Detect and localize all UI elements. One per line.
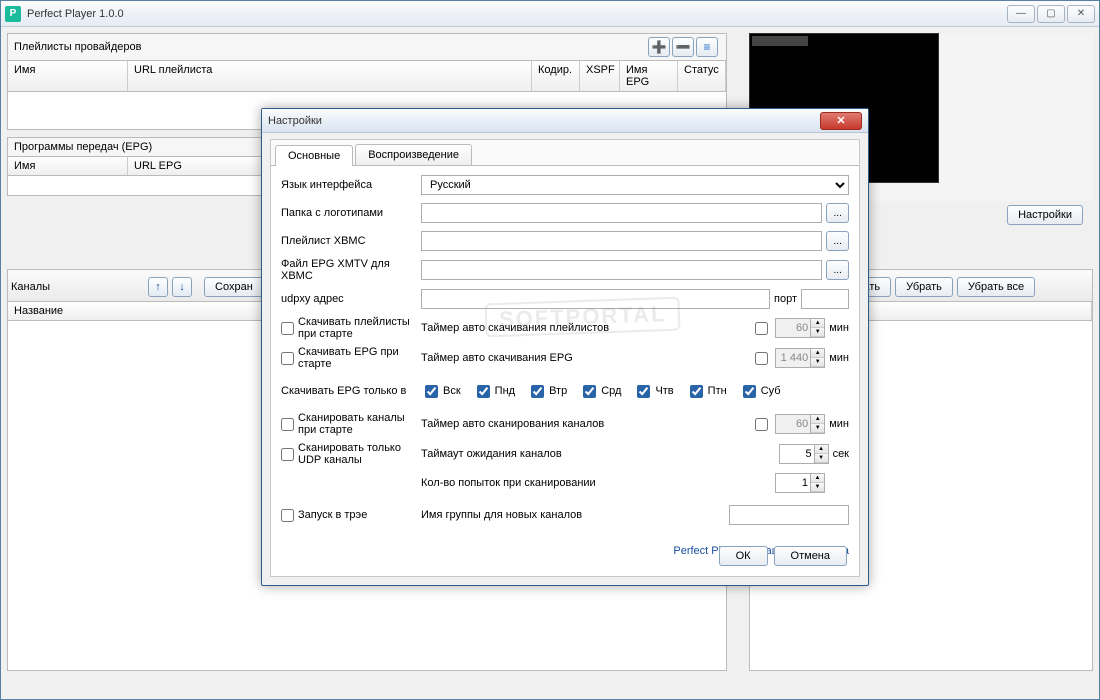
providers-grid-head: Имя URL плейлиста Кодир. XSPF Имя EPG Ст…	[7, 60, 727, 92]
dl-playlists-label: Скачивать плейлисты при старте	[298, 316, 421, 340]
channel-up-button[interactable]: ↑	[148, 277, 168, 297]
xbmc-epg-browse[interactable]: ...	[826, 260, 849, 280]
add-playlist-button[interactable]: ➕	[648, 37, 670, 57]
unit-sec: сек	[833, 448, 849, 460]
dl-epg-only-label: Скачивать EPG только в	[281, 385, 421, 397]
logo-remove-button[interactable]: Убрать	[895, 277, 953, 297]
day-sat-check[interactable]	[743, 385, 756, 398]
timer-playlists-label: Таймер авто скачивания плейлистов	[421, 322, 747, 334]
col-status[interactable]: Статус	[678, 61, 726, 91]
dl-epg-label: Скачивать EPG при старте	[298, 346, 421, 370]
col-enc[interactable]: Кодир.	[532, 61, 580, 91]
col-epgname[interactable]: Имя EPG	[620, 61, 678, 91]
video-overlay	[752, 36, 808, 46]
timer-playlists-spin[interactable]: ▲▼	[775, 318, 825, 338]
ok-button[interactable]: ОК	[719, 546, 768, 566]
retries-spin[interactable]: ▲▼	[775, 473, 825, 493]
playlist-menu-button[interactable]: ≡	[696, 37, 718, 57]
xbmc-epg-input[interactable]	[421, 260, 822, 280]
xbmc-playlist-label: Плейлист XBMC	[281, 235, 421, 247]
unit-min-2: мин	[829, 352, 849, 364]
app-icon: P	[5, 6, 21, 22]
scan-udp-label: Сканировать только UDP каналы	[298, 442, 421, 466]
udpxy-port-input[interactable]	[801, 289, 849, 309]
logo-remove-all-button[interactable]: Убрать все	[957, 277, 1035, 297]
unit-min-3: мин	[829, 418, 849, 430]
tab-playback[interactable]: Воспроизведение	[355, 144, 472, 165]
lang-label: Язык интерфейса	[281, 179, 421, 191]
udpxy-addr-input[interactable]	[421, 289, 770, 309]
lang-select[interactable]: Русский	[421, 175, 849, 195]
unit-min-1: мин	[829, 322, 849, 334]
cancel-button[interactable]: Отмена	[774, 546, 847, 566]
day-tue-check[interactable]	[531, 385, 544, 398]
day-fri-check[interactable]	[690, 385, 703, 398]
channels-title: Каналы	[11, 281, 50, 293]
dialog-close-button[interactable]: ✕	[820, 112, 862, 130]
channels-save-button[interactable]: Сохран	[204, 277, 264, 297]
providers-title: Плейлисты провайдеров	[14, 41, 141, 53]
col-xspf[interactable]: XSPF	[580, 61, 620, 91]
xbmc-epg-label: Файл EPG XMTV для XBMC	[281, 258, 421, 282]
dl-playlists-check[interactable]	[281, 322, 294, 335]
channel-down-button[interactable]: ↓	[172, 277, 192, 297]
timer-epg-spin[interactable]: ▲▼	[775, 348, 825, 368]
retries-label: Кол-во попыток при сканировании	[421, 477, 771, 489]
timer-scan-label: Таймер авто сканирования каналов	[421, 418, 747, 430]
group-name-input[interactable]	[729, 505, 849, 525]
logos-folder-browse[interactable]: ...	[826, 203, 849, 223]
tray-check[interactable]	[281, 509, 294, 522]
col-epg-name[interactable]: Имя	[8, 157, 128, 175]
timeout-spin[interactable]: ▲▼	[779, 444, 829, 464]
dialog-tabs: Основные Воспроизведение	[271, 140, 859, 166]
xbmc-playlist-browse[interactable]: ...	[826, 231, 849, 251]
maximize-button[interactable]: ▢	[1037, 5, 1065, 23]
col-name[interactable]: Имя	[8, 61, 128, 91]
window-title: Perfect Player 1.0.0	[27, 8, 1007, 20]
udpxy-port-label: порт	[774, 293, 797, 305]
minimize-button[interactable]: —	[1007, 5, 1035, 23]
settings-dialog: Настройки ✕ Основные Воспроизведение Язы…	[261, 108, 869, 586]
scan-start-label: Сканировать каналы при старте	[298, 412, 421, 436]
timeout-label: Таймаут ожидания каналов	[421, 448, 775, 460]
day-thu-check[interactable]	[637, 385, 650, 398]
group-name-label: Имя группы для новых каналов	[421, 509, 725, 521]
timer-scan-check[interactable]	[755, 418, 768, 431]
day-mon-check[interactable]	[477, 385, 490, 398]
tab-main[interactable]: Основные	[275, 145, 353, 166]
timer-scan-spin[interactable]: ▲▼	[775, 414, 825, 434]
udpxy-addr-label: udpxy адрес	[281, 293, 421, 305]
dialog-title: Настройки	[268, 115, 820, 127]
tray-label: Запуск в трэе	[298, 509, 367, 521]
day-wed-check[interactable]	[583, 385, 596, 398]
main-titlebar[interactable]: P Perfect Player 1.0.0 — ▢ ✕	[1, 1, 1099, 27]
timer-epg-label: Таймер авто скачивания EPG	[421, 352, 747, 364]
remove-playlist-button[interactable]: ➖	[672, 37, 694, 57]
scan-udp-check[interactable]	[281, 448, 294, 461]
dl-epg-check[interactable]	[281, 352, 294, 365]
col-url[interactable]: URL плейлиста	[128, 61, 532, 91]
dialog-titlebar[interactable]: Настройки ✕	[262, 109, 868, 133]
timer-epg-check[interactable]	[755, 352, 768, 365]
scan-start-check[interactable]	[281, 418, 294, 431]
logos-folder-label: Папка с логотипами	[281, 207, 421, 219]
xbmc-playlist-input[interactable]	[421, 231, 822, 251]
settings-button[interactable]: Настройки	[1007, 205, 1083, 225]
close-button[interactable]: ✕	[1067, 5, 1095, 23]
day-sun-check[interactable]	[425, 385, 438, 398]
timer-playlists-check[interactable]	[755, 322, 768, 335]
logos-folder-input[interactable]	[421, 203, 822, 223]
